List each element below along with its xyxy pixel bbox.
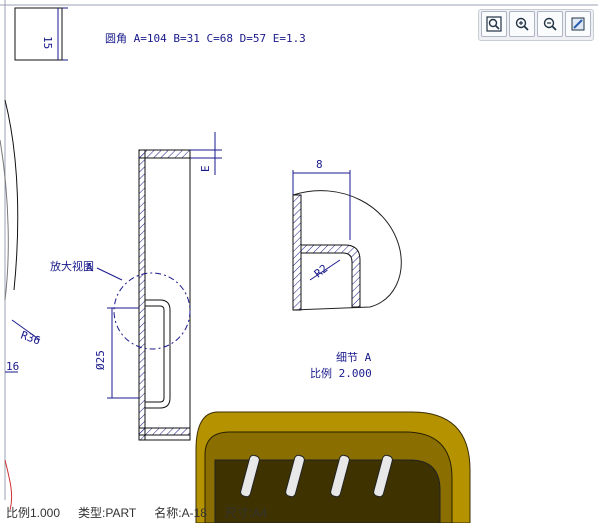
zoom-in-button[interactable] [509,11,535,37]
top-box-view: 15 [14,7,68,61]
dim-r36: R36 [19,329,42,348]
main-section-view [96,132,222,441]
drawing-canvas[interactable]: 15 圆角 A=104 B=31 C=68 D=57 E=1.3 R36 16 … [0,0,598,523]
edit-sheet-icon [571,17,585,31]
dim-top-box: 15 [41,36,54,49]
zoom-out-button[interactable] [537,11,563,37]
fit-view-button[interactable] [481,11,507,37]
edit-sheet-button[interactable] [565,11,591,37]
view-toolbar [478,9,594,41]
dim-detail-radius: R2 [312,262,330,280]
detail-caption-line2: 比例 2.000 [310,366,372,380]
detail-caption-line1: 细节 A [336,351,372,364]
dim-diameter: Ø25 [94,350,107,370]
dim-e: E [199,165,212,172]
status-name: 名称:A-18 [154,505,207,520]
dim-detail-width: 8 [316,158,323,171]
status-type: 类型:PART [78,505,137,520]
fit-view-icon [486,16,502,32]
dim-16: 16 [6,360,19,373]
header-note: 圆角 A=104 B=31 C=68 D=57 E=1.3 [105,32,306,45]
zoom-out-icon [543,17,557,31]
status-bar: 比例1.000 类型:PART 名称:A-18 尺寸:A4 [0,501,598,523]
status-size: 尺寸:A4 [224,505,267,520]
zoom-in-icon [515,17,529,31]
callout-letter: A [86,261,93,274]
detail-view [292,170,402,311]
status-scale: 比例1.000 [6,505,61,520]
left-partial-view [0,99,41,511]
